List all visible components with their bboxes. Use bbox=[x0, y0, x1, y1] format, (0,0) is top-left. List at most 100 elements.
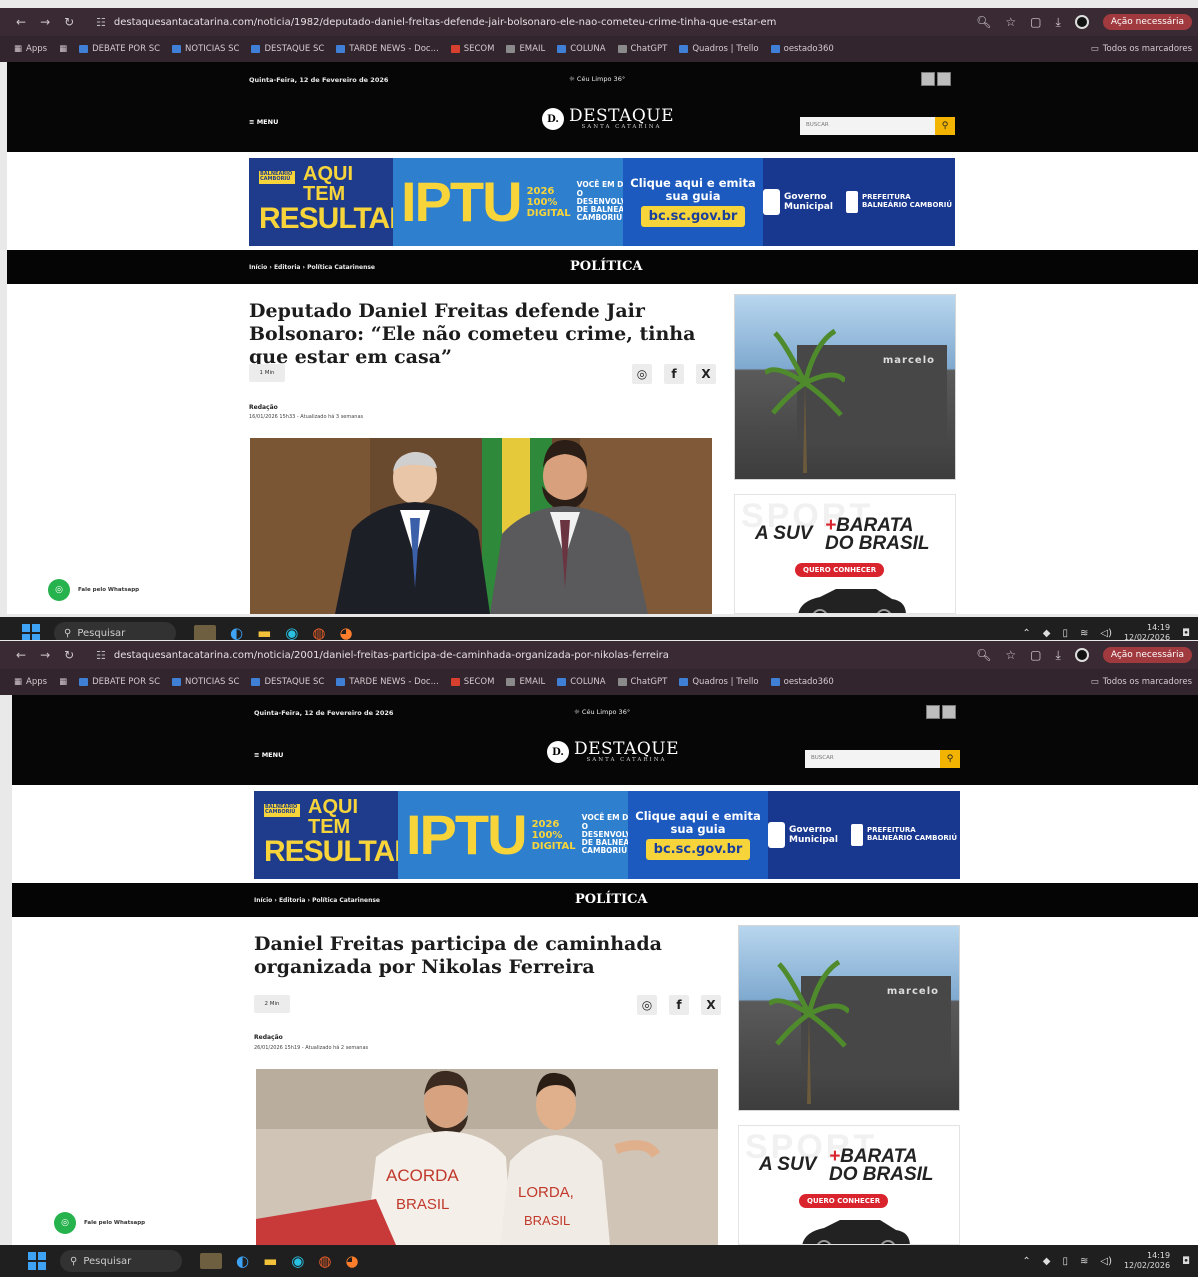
chrome-icon[interactable]: ◍ bbox=[312, 624, 325, 640]
edge-icon[interactable]: ◉ bbox=[285, 624, 298, 640]
bookmark-item[interactable]: EMAIL bbox=[506, 677, 545, 687]
sidebar-ad-suv[interactable]: SPORT A SUV +BARATA DO BRASIL QUERO CONHE… bbox=[738, 1125, 960, 1245]
file-explorer-icon[interactable]: ▬ bbox=[263, 1252, 277, 1270]
volume-icon[interactable]: ◁) bbox=[1100, 1256, 1112, 1267]
site-info-icon[interactable]: ☷ bbox=[96, 16, 106, 29]
bookmark-item[interactable]: TARDE NEWS - Doc... bbox=[336, 677, 439, 687]
breadcrumb[interactable]: Início › Editoria › Política Catarinense bbox=[254, 897, 380, 904]
star-icon[interactable]: ☆ bbox=[1005, 15, 1016, 29]
social-icon[interactable] bbox=[926, 705, 940, 719]
star-icon[interactable]: ☆ bbox=[1005, 648, 1016, 662]
all-bookmarks[interactable]: ▭ Todos os marcadores bbox=[1091, 677, 1198, 687]
site-logo[interactable]: D. DESTAQUE SANTA CATARINA bbox=[542, 108, 674, 131]
bookmark-item[interactable]: COLUNA bbox=[557, 677, 606, 687]
url-field[interactable]: destaquesantacatarina.com/noticia/2001/d… bbox=[114, 650, 669, 661]
bookmark-item[interactable]: EMAIL bbox=[506, 44, 545, 54]
zoom-icon[interactable]: 🔍︎ bbox=[976, 648, 991, 662]
wifi-icon[interactable]: ≋ bbox=[1080, 1256, 1088, 1267]
battery-icon[interactable]: ▯ bbox=[1062, 628, 1068, 639]
notifications-icon[interactable]: ◘ bbox=[1182, 628, 1190, 639]
iptu-banner[interactable]: BALNEÁRIO CAMBORIÚ AQUI TEM RESULTADO IPTU… bbox=[254, 791, 960, 879]
taskbar-search[interactable]: ⚲ Pesquisar bbox=[60, 1250, 182, 1272]
x-icon[interactable]: X bbox=[696, 364, 716, 384]
bookmark-item[interactable]: SECOM bbox=[450, 677, 494, 687]
notifications-icon[interactable]: ◘ bbox=[1182, 1256, 1190, 1267]
bookmark-item[interactable]: ChatGPT bbox=[617, 677, 667, 687]
download-icon[interactable]: ⤓ bbox=[1056, 648, 1061, 663]
facebook-icon[interactable]: f bbox=[669, 995, 689, 1015]
bookmark-item[interactable]: Quadros | Trello bbox=[679, 44, 759, 54]
all-bookmarks[interactable]: ▭ Todos os marcadores bbox=[1091, 44, 1198, 54]
extensions-icon[interactable]: ▢ bbox=[1030, 648, 1041, 662]
bookmark-item[interactable]: COLUNA bbox=[557, 44, 606, 54]
bookmark-apps[interactable]: ▦ Apps bbox=[14, 44, 47, 54]
file-explorer-icon[interactable]: ▬ bbox=[257, 624, 271, 640]
bookmark-item[interactable]: DEBATE POR SC bbox=[79, 677, 160, 687]
windows-start-icon[interactable] bbox=[28, 1252, 46, 1270]
battery-icon[interactable]: ▯ bbox=[1062, 1256, 1068, 1267]
back-icon[interactable]: ← bbox=[16, 15, 26, 29]
bookmark-item[interactable]: oestado360 bbox=[770, 677, 834, 687]
bookmark-item[interactable]: ChatGPT bbox=[617, 44, 667, 54]
forward-icon[interactable]: → bbox=[40, 648, 50, 662]
social-icon[interactable] bbox=[921, 72, 935, 86]
menu-button[interactable]: ≡ MENU bbox=[254, 751, 283, 759]
copilot-icon[interactable]: ◐ bbox=[230, 624, 243, 640]
site-logo[interactable]: D. DESTAQUE SANTA CATARINA bbox=[547, 741, 679, 764]
clock[interactable]: 14:19 12/02/2026 bbox=[1124, 1251, 1170, 1270]
whatsapp-icon[interactable]: ◎ bbox=[637, 995, 657, 1015]
grid-icon[interactable]: ▦ bbox=[59, 44, 67, 54]
whatsapp-float[interactable]: ◎ Fale pelo Whatsapp bbox=[54, 1212, 145, 1234]
search-icon[interactable]: ⚲ bbox=[940, 750, 960, 768]
firefox-icon[interactable]: ◕ bbox=[345, 1252, 358, 1270]
chevron-up-icon[interactable]: ⌃ bbox=[1022, 628, 1030, 639]
whatsapp-float[interactable]: ◎ Fale pelo Whatsapp bbox=[48, 579, 139, 601]
bookmark-item[interactable]: DESTAQUE SC bbox=[251, 44, 324, 54]
bookmark-item[interactable]: DEBATE POR SC bbox=[79, 44, 160, 54]
back-icon[interactable]: ← bbox=[16, 648, 26, 662]
sidebar-image[interactable]: marcelo bbox=[734, 294, 956, 480]
iptu-banner[interactable]: BALNEÁRIO CAMBORIÚ AQUI TEM RESULTADO IPTU… bbox=[249, 158, 955, 246]
search-icon[interactable]: ⚲ bbox=[935, 117, 955, 135]
search-input[interactable]: BUSCAR bbox=[805, 750, 940, 768]
zoom-icon[interactable]: 🔍︎ bbox=[976, 15, 991, 29]
clock[interactable]: 14:19 12/02/2026 bbox=[1124, 623, 1170, 640]
action-needed-button[interactable]: Ação necessária bbox=[1102, 14, 1192, 30]
profile-avatar[interactable] bbox=[1074, 15, 1089, 29]
menu-button[interactable]: ≡ MENU bbox=[249, 118, 278, 126]
firefox-icon[interactable]: ◕ bbox=[339, 624, 352, 640]
bookmark-item[interactable]: TARDE NEWS - Doc... bbox=[336, 44, 439, 54]
facebook-icon[interactable]: f bbox=[664, 364, 684, 384]
extensions-icon[interactable]: ▢ bbox=[1030, 15, 1041, 29]
download-icon[interactable]: ⤓ bbox=[1056, 15, 1061, 30]
grid-icon[interactable]: ▦ bbox=[59, 677, 67, 687]
reload-icon[interactable]: ↻ bbox=[64, 15, 74, 29]
bookmark-apps[interactable]: ▦ Apps bbox=[14, 677, 47, 687]
social-icon[interactable] bbox=[942, 705, 956, 719]
tray-app-icon[interactable]: ◆ bbox=[1043, 628, 1051, 639]
wifi-icon[interactable]: ≋ bbox=[1080, 628, 1088, 639]
bookmark-item[interactable]: NOTICIAS SC bbox=[172, 677, 239, 687]
chrome-icon[interactable]: ◍ bbox=[318, 1252, 331, 1270]
tray-app-icon[interactable]: ◆ bbox=[1043, 1256, 1051, 1267]
url-field[interactable]: destaquesantacatarina.com/noticia/1982/d… bbox=[114, 17, 777, 28]
social-icon[interactable] bbox=[937, 72, 951, 86]
chevron-up-icon[interactable]: ⌃ bbox=[1022, 1256, 1030, 1267]
windows-start-icon[interactable] bbox=[22, 624, 40, 640]
x-icon[interactable]: X bbox=[701, 995, 721, 1015]
bookmark-item[interactable]: NOTICIAS SC bbox=[172, 44, 239, 54]
sidebar-image[interactable]: marcelo bbox=[738, 925, 960, 1111]
profile-avatar[interactable] bbox=[1074, 648, 1089, 662]
widgets-icon[interactable] bbox=[194, 625, 216, 640]
widgets-icon[interactable] bbox=[200, 1253, 222, 1269]
taskbar-search[interactable]: ⚲ Pesquisar bbox=[54, 622, 176, 640]
sidebar-ad-suv[interactable]: SPORT A SUV +BARATA DO BRASIL QUERO CONHE… bbox=[734, 494, 956, 614]
ad-cta-button[interactable]: QUERO CONHECER bbox=[795, 563, 885, 577]
forward-icon[interactable]: → bbox=[40, 15, 50, 29]
action-needed-button[interactable]: Ação necessária bbox=[1102, 647, 1192, 663]
search-input[interactable]: BUSCAR bbox=[800, 117, 935, 135]
bookmark-item[interactable]: Quadros | Trello bbox=[679, 677, 759, 687]
bookmark-item[interactable]: DESTAQUE SC bbox=[251, 677, 324, 687]
reload-icon[interactable]: ↻ bbox=[64, 648, 74, 662]
edge-icon[interactable]: ◉ bbox=[291, 1252, 304, 1270]
